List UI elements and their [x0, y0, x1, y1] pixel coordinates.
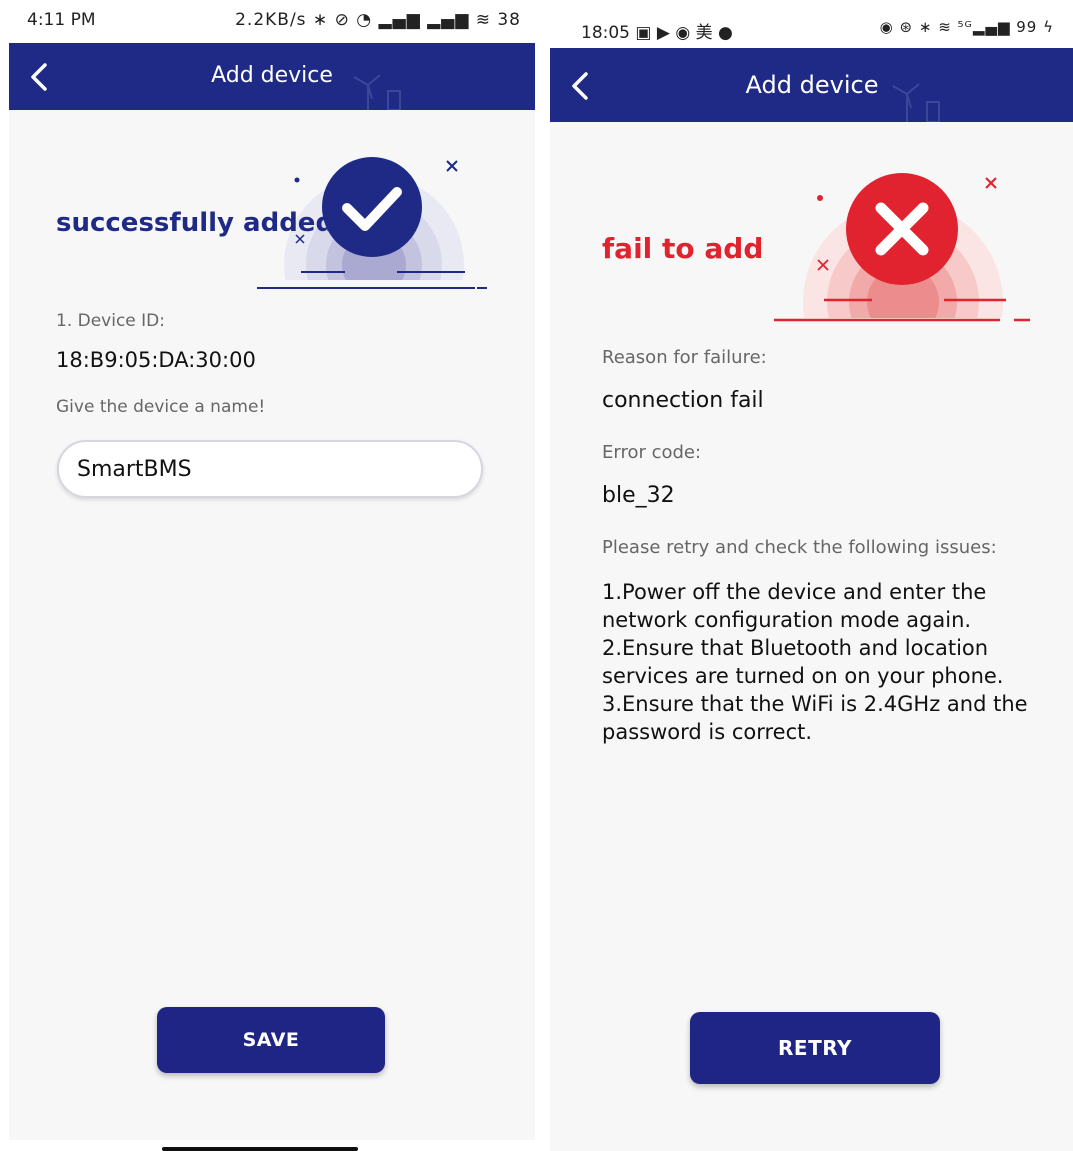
- device-id-value: 18:B9:05:DA:30:00: [56, 348, 256, 372]
- issues-list: 1.Power off the device and enter the net…: [602, 578, 1062, 746]
- success-screen: 4:11 PM 2.2KB/s ∗ ⊘ ◔ ▂▄▆ ▂▄▆ ≋ 38 Add d…: [9, 0, 535, 1140]
- page-title: Add device: [745, 71, 879, 99]
- status-icons: 2.2KB/s ∗ ⊘ ◔ ▂▄▆ ▂▄▆ ≋ 38: [235, 10, 521, 30]
- reason-value: connection fail: [602, 388, 764, 413]
- page-title: Add device: [211, 63, 333, 88]
- list-item: 3.Ensure that the WiFi is 2.4GHz and the…: [602, 692, 1028, 744]
- save-button[interactable]: SAVE: [157, 1007, 385, 1073]
- status-icons: ◉ ⊛ ∗ ≋ ⁵ᴳ▂▄▆ 99 ϟ: [879, 18, 1054, 36]
- app-bar: Add device: [9, 43, 535, 110]
- device-id-label: 1. Device ID:: [56, 311, 165, 331]
- home-indicator: [162, 1147, 358, 1151]
- error-code-value: ble_32: [602, 483, 675, 508]
- status-bar: 4:11 PM 2.2KB/s ∗ ⊘ ◔ ▂▄▆ ▂▄▆ ≋ 38: [9, 0, 535, 43]
- list-item: 1.Power off the device and enter the net…: [602, 580, 987, 632]
- device-name-input[interactable]: [57, 440, 483, 498]
- error-code-label: Error code:: [602, 442, 702, 463]
- success-message: successfully added: [56, 208, 335, 238]
- status-time: 18:05 ▣ ▶ ◉ 美 ●: [581, 23, 733, 43]
- device-name-prompt: Give the device a name!: [56, 397, 266, 417]
- retry-prompt: Please retry and check the following iss…: [602, 537, 997, 558]
- failure-screen: 18:05 ▣ ▶ ◉ 美 ● ◉ ⊛ ∗ ≋ ⁵ᴳ▂▄▆ 99 ϟ Add d…: [550, 0, 1073, 1151]
- retry-button[interactable]: RETRY: [690, 1012, 940, 1084]
- failure-message: fail to add: [602, 232, 764, 265]
- status-time: 4:11 PM: [27, 10, 96, 30]
- reason-label: Reason for failure:: [602, 347, 767, 368]
- status-bar: 18:05 ▣ ▶ ◉ 美 ● ◉ ⊛ ∗ ≋ ⁵ᴳ▂▄▆ 99 ϟ: [550, 0, 1073, 48]
- list-item: 2.Ensure that Bluetooth and location ser…: [602, 636, 1004, 688]
- failure-x-icon: [768, 173, 1038, 332]
- app-bar: Add device: [550, 48, 1073, 122]
